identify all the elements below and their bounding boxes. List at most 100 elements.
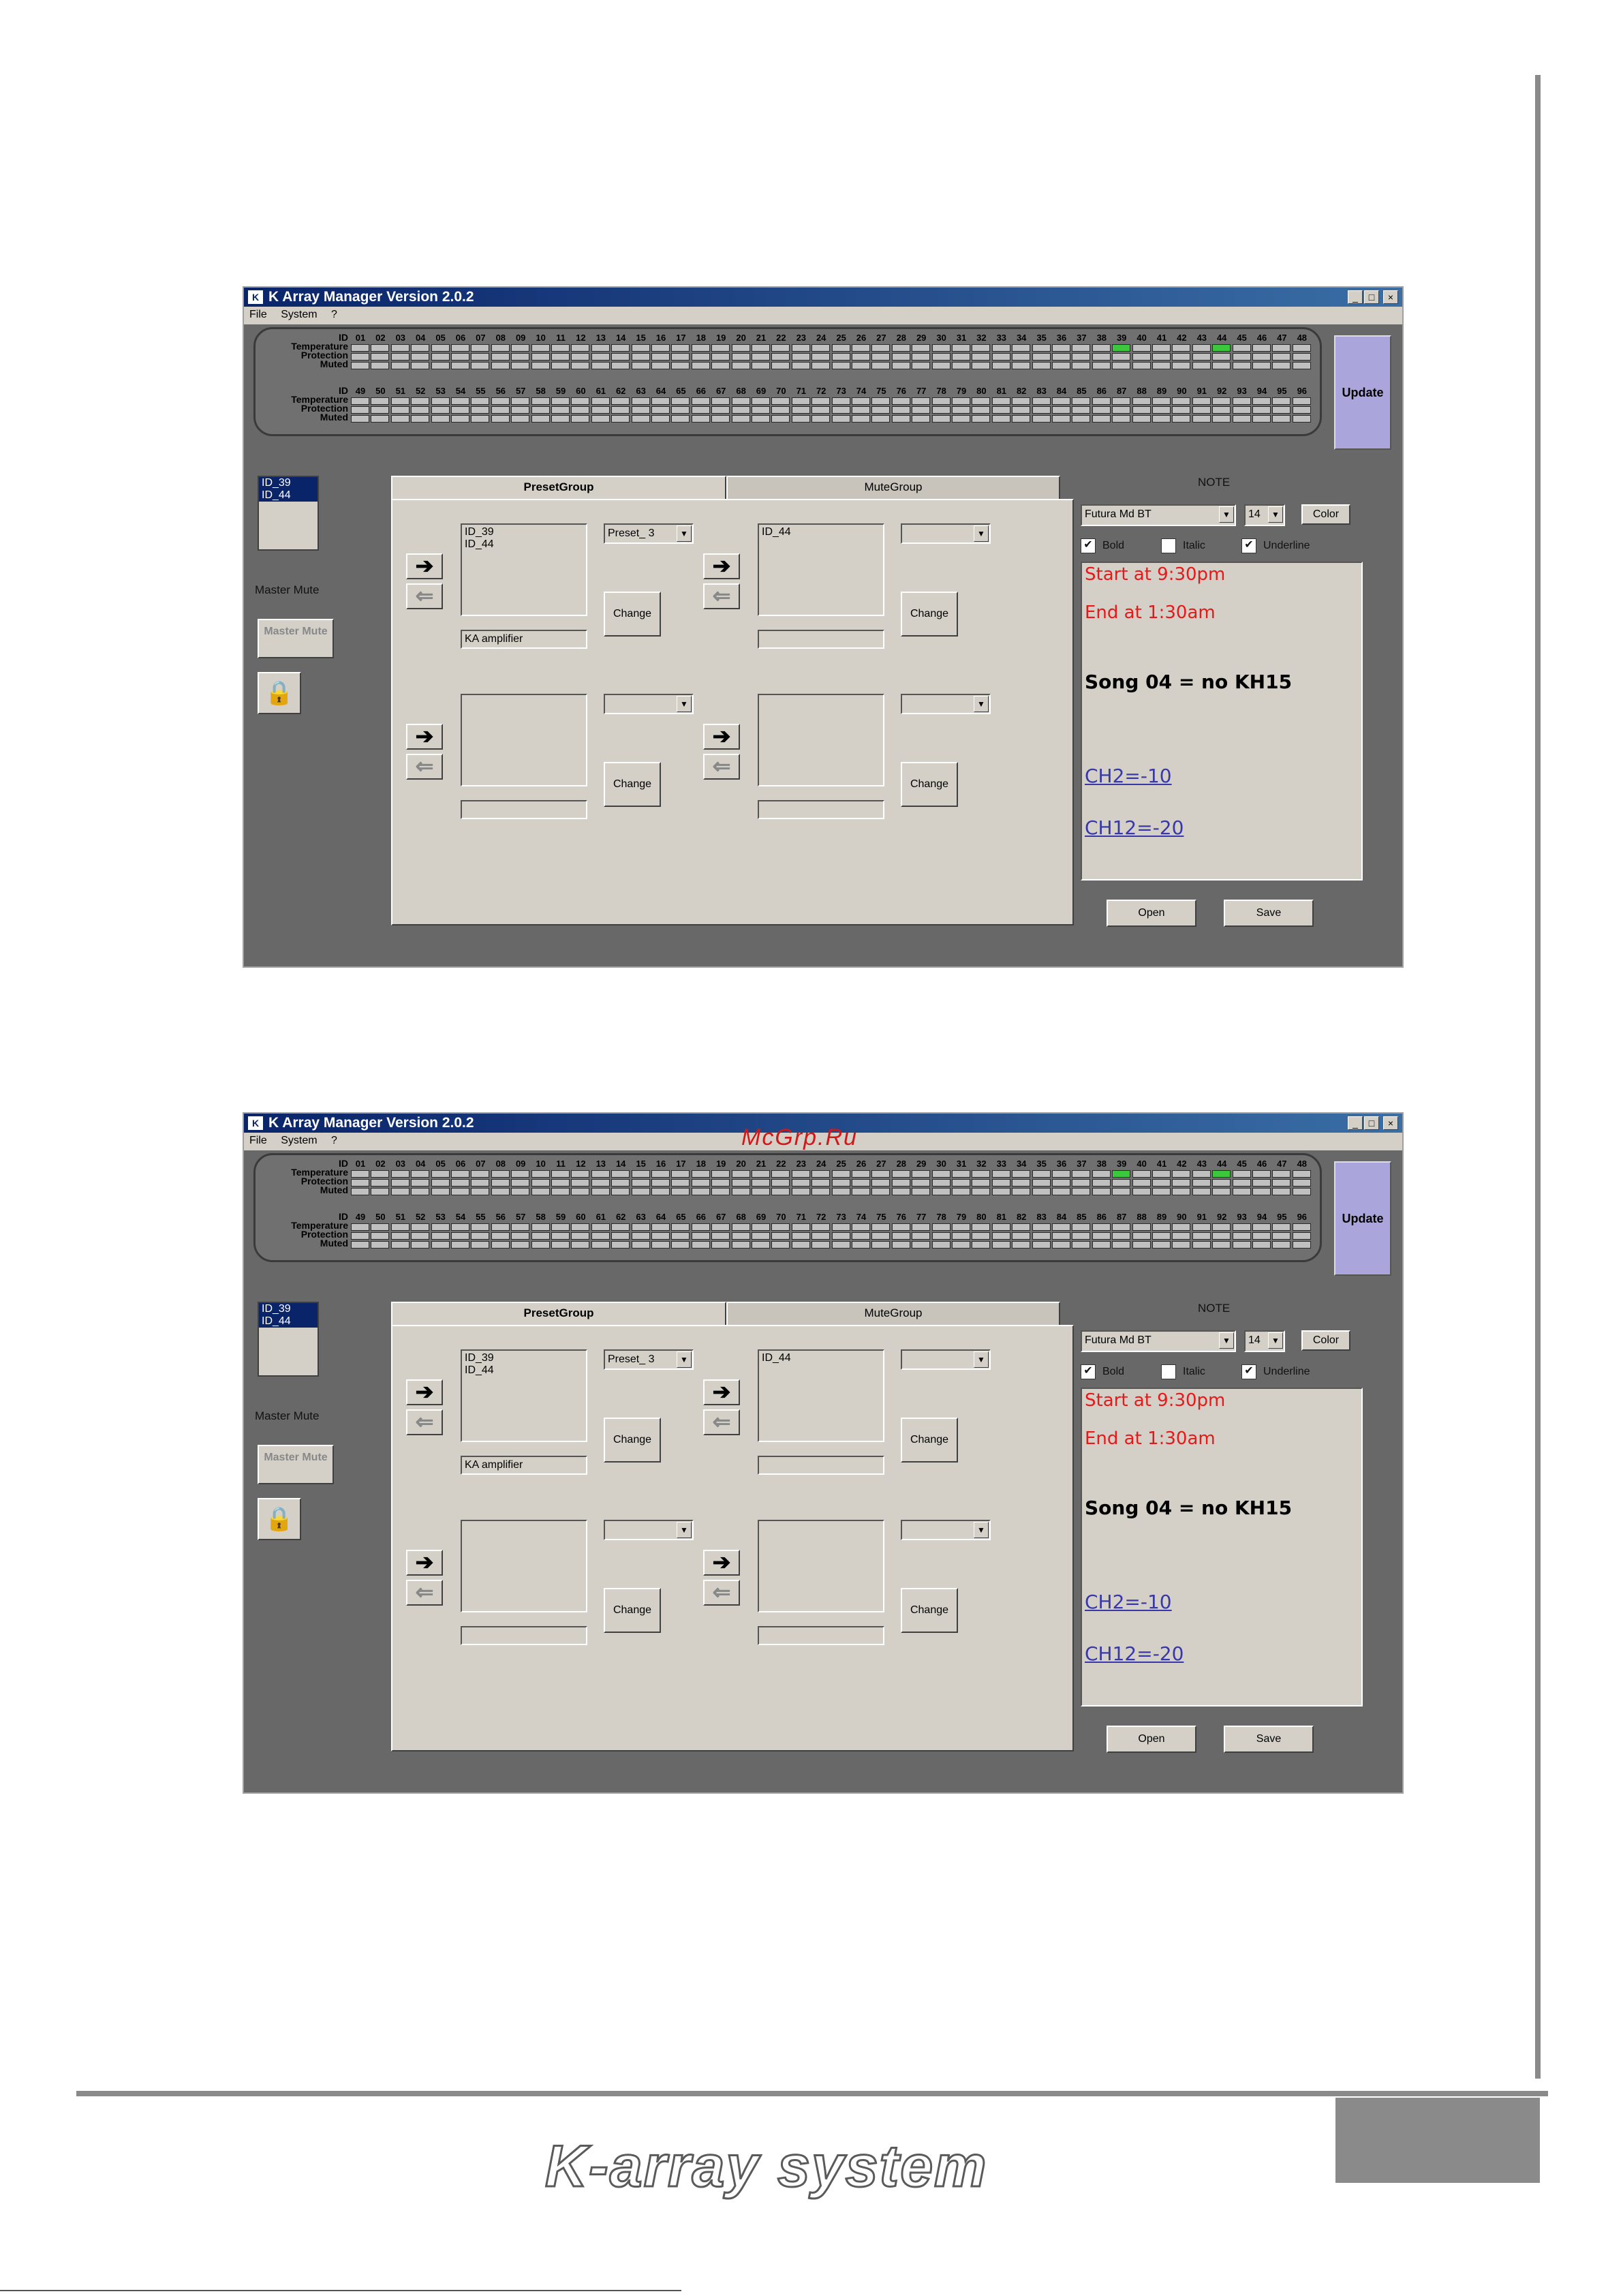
checkmark-icon[interactable]: ✔ — [1241, 1364, 1256, 1379]
preset-select[interactable]: Preset_ 3 ▼ — [604, 1349, 694, 1370]
arrow-left-icon[interactable]: ⇐ — [406, 1409, 443, 1435]
list-item[interactable]: ID_44 — [259, 1315, 318, 1328]
group-member-list[interactable] — [461, 1520, 587, 1612]
preset-select[interactable]: ▼ — [901, 1349, 991, 1370]
chevron-down-icon[interactable]: ▼ — [677, 696, 692, 712]
color-button[interactable]: Color — [1301, 504, 1350, 525]
change-button[interactable]: Change — [604, 762, 661, 807]
arrow-left-icon[interactable]: ⇐ — [703, 1409, 740, 1435]
bold-checkbox[interactable]: ✔ Bold — [1081, 1364, 1124, 1381]
chevron-down-icon[interactable]: ▼ — [1268, 506, 1283, 523]
preset-select[interactable]: Preset_ 3 ▼ — [604, 523, 694, 544]
group-member-list[interactable] — [758, 1520, 884, 1612]
arrow-right-icon[interactable]: ➔ — [703, 724, 740, 750]
underline-checkbox[interactable]: ✔ Underline — [1241, 1364, 1310, 1381]
group-name-field[interactable] — [461, 800, 587, 819]
chevron-down-icon[interactable]: ▼ — [1219, 506, 1234, 523]
checkbox-empty-icon[interactable] — [1161, 538, 1176, 553]
note-text-area[interactable]: Start at 9:30pm End at 1:30am Song 04 = … — [1081, 562, 1363, 881]
tab-mutegroup[interactable]: MuteGroup — [726, 1302, 1060, 1325]
lock-icon[interactable]: 🔒 — [258, 672, 301, 714]
open-button[interactable]: Open — [1107, 900, 1196, 927]
arrow-right-icon[interactable]: ➔ — [703, 1550, 740, 1576]
chevron-down-icon[interactable]: ▼ — [974, 1351, 989, 1368]
selected-id-list[interactable]: ID_39 ID_44 — [258, 476, 319, 551]
preset-select[interactable]: ▼ — [604, 694, 694, 714]
arrow-right-icon[interactable]: ➔ — [406, 1379, 443, 1405]
arrow-left-icon[interactable]: ⇐ — [703, 1580, 740, 1606]
arrow-left-icon[interactable]: ⇐ — [703, 583, 740, 609]
group-name-field[interactable]: KA amplifier — [461, 630, 587, 649]
tab-presetgroup[interactable]: PresetGroup — [391, 476, 726, 499]
chevron-down-icon[interactable]: ▼ — [677, 525, 692, 542]
group-member-list[interactable]: ID_44 — [758, 523, 884, 616]
selected-id-list[interactable]: ID_39 ID_44 — [258, 1302, 319, 1377]
arrow-right-icon[interactable]: ➔ — [406, 553, 443, 579]
group-member-list[interactable] — [461, 694, 587, 786]
group-member-list[interactable] — [758, 694, 884, 786]
chevron-down-icon[interactable]: ▼ — [974, 525, 989, 542]
save-button[interactable]: Save — [1224, 1726, 1314, 1753]
change-button[interactable]: Change — [901, 592, 958, 637]
change-button[interactable]: Change — [901, 1418, 958, 1463]
underline-checkbox[interactable]: ✔ Underline — [1241, 538, 1310, 555]
maximize-icon[interactable]: □ — [1364, 1116, 1379, 1130]
maximize-icon[interactable]: □ — [1364, 290, 1379, 304]
arrow-left-icon[interactable]: ⇐ — [406, 583, 443, 609]
checkmark-icon[interactable]: ✔ — [1081, 1364, 1096, 1379]
group-name-field[interactable] — [461, 1626, 587, 1645]
chevron-down-icon[interactable]: ▼ — [1219, 1332, 1234, 1349]
checkbox-empty-icon[interactable] — [1161, 1364, 1176, 1379]
checkmark-icon[interactable]: ✔ — [1241, 538, 1256, 553]
group-member-list[interactable]: ID_39 ID_44 — [461, 1349, 587, 1442]
menu-help[interactable]: ? — [326, 307, 343, 323]
save-button[interactable]: Save — [1224, 900, 1314, 927]
font-size-select[interactable]: 14 ▼ — [1244, 1330, 1285, 1352]
chevron-down-icon[interactable]: ▼ — [1268, 1332, 1283, 1349]
chevron-down-icon[interactable]: ▼ — [974, 696, 989, 712]
menu-help[interactable]: ? — [326, 1133, 343, 1149]
font-select[interactable]: Futura Md BT ▼ — [1081, 1330, 1236, 1352]
menu-system[interactable]: System — [275, 1133, 322, 1149]
preset-select[interactable]: ▼ — [901, 694, 991, 714]
font-size-select[interactable]: 14 ▼ — [1244, 504, 1285, 526]
group-member-list[interactable]: ID_39 ID_44 — [461, 523, 587, 616]
arrow-right-icon[interactable]: ➔ — [703, 553, 740, 579]
update-button[interactable]: Update — [1334, 335, 1391, 450]
menu-file[interactable]: File — [244, 1133, 273, 1149]
chevron-down-icon[interactable]: ▼ — [677, 1522, 692, 1538]
color-button[interactable]: Color — [1301, 1330, 1350, 1351]
close-icon[interactable]: × — [1383, 1116, 1398, 1130]
update-button[interactable]: Update — [1334, 1161, 1391, 1276]
change-button[interactable]: Change — [604, 592, 661, 637]
group-name-field[interactable] — [758, 1456, 884, 1475]
arrow-right-icon[interactable]: ➔ — [406, 1550, 443, 1576]
arrow-left-icon[interactable]: ⇐ — [406, 1580, 443, 1606]
master-mute-button[interactable]: Master Mute — [258, 619, 334, 658]
group-name-field[interactable] — [758, 630, 884, 649]
minimize-icon[interactable]: _ — [1348, 1116, 1363, 1130]
change-button[interactable]: Change — [604, 1418, 661, 1463]
bold-checkbox[interactable]: ✔ Bold — [1081, 538, 1124, 555]
note-text-area[interactable]: Start at 9:30pm End at 1:30am Song 04 = … — [1081, 1388, 1363, 1706]
tab-mutegroup[interactable]: MuteGroup — [726, 476, 1060, 499]
preset-select[interactable]: ▼ — [604, 1520, 694, 1540]
checkmark-icon[interactable]: ✔ — [1081, 538, 1096, 553]
preset-select[interactable]: ▼ — [901, 1520, 991, 1540]
list-item[interactable]: ID_39 — [259, 1303, 318, 1315]
minimize-icon[interactable]: _ — [1348, 290, 1363, 304]
close-icon[interactable]: × — [1383, 290, 1398, 304]
group-name-field[interactable] — [758, 800, 884, 819]
preset-select[interactable]: ▼ — [901, 523, 991, 544]
arrow-left-icon[interactable]: ⇐ — [406, 754, 443, 780]
tab-presetgroup[interactable]: PresetGroup — [391, 1302, 726, 1325]
menu-file[interactable]: File — [244, 307, 273, 323]
open-button[interactable]: Open — [1107, 1726, 1196, 1753]
chevron-down-icon[interactable]: ▼ — [677, 1351, 692, 1368]
arrow-left-icon[interactable]: ⇐ — [703, 754, 740, 780]
change-button[interactable]: Change — [901, 1588, 958, 1633]
group-member-list[interactable]: ID_44 — [758, 1349, 884, 1442]
master-mute-button[interactable]: Master Mute — [258, 1445, 334, 1484]
change-button[interactable]: Change — [604, 1588, 661, 1633]
lock-icon[interactable]: 🔒 — [258, 1498, 301, 1540]
